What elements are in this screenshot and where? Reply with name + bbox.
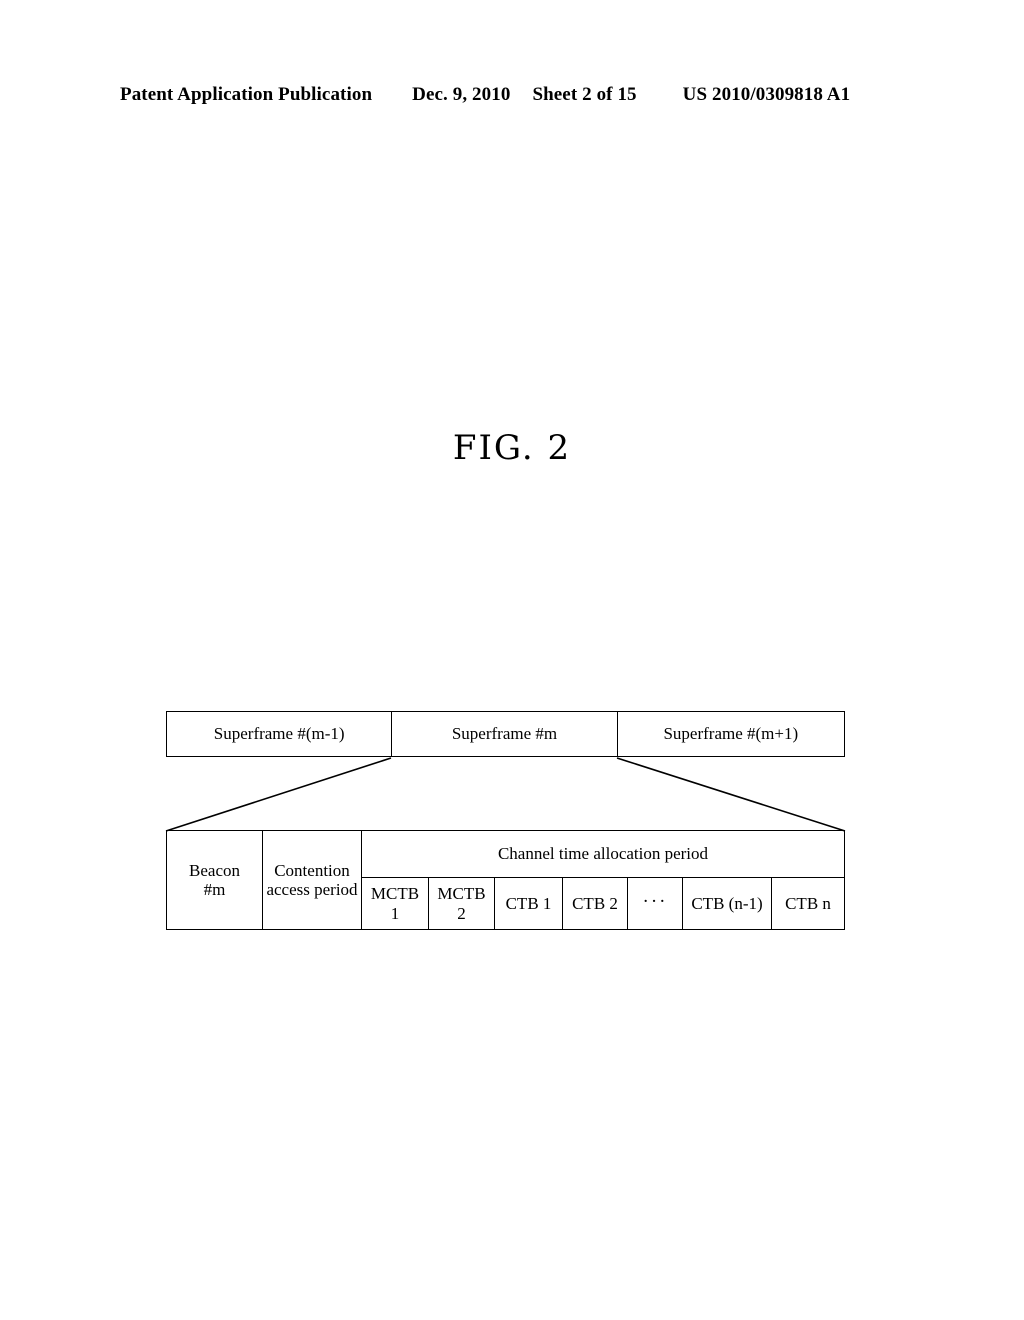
channel-time-blocks-row: MCTB 1 MCTB 2 CTB 1 CTB 2 ··· CTB (n-1) … xyxy=(362,878,844,929)
block-mctb-2-label: MCTB 2 xyxy=(437,884,485,922)
block-ctb-2: CTB 2 xyxy=(563,878,628,929)
contention-access-period-label: Contention access period xyxy=(266,861,357,899)
block-mctb-2-line1: MCTB xyxy=(437,884,486,904)
block-mctb-1-label: MCTB 1 xyxy=(371,884,419,922)
ellipsis-label: ··· xyxy=(642,890,668,912)
contention-label-line1: Contention xyxy=(274,860,350,880)
expansion-connector-lines xyxy=(165,757,846,832)
contention-access-period-cell: Contention access period xyxy=(263,831,362,929)
beacon-label: Beacon #m xyxy=(189,861,240,899)
beacon-cell: Beacon #m xyxy=(167,831,264,929)
channel-time-allocation-period-label: Channel time allocation period xyxy=(497,844,709,863)
superframe-label-previous: Superframe #(m-1) xyxy=(213,724,345,743)
superframe-label-current: Superframe #m xyxy=(451,724,558,743)
beacon-label-line1: Beacon xyxy=(189,860,240,880)
superframe-cell-current: Superframe #m xyxy=(391,712,616,756)
block-ctb-n-minus-1-label: CTB (n-1) xyxy=(691,893,763,913)
superframe-cell-previous: Superframe #(m-1) xyxy=(167,712,391,756)
blocks-ellipsis: ··· xyxy=(628,878,682,929)
channel-time-allocation-period-cell: Channel time allocation period MCTB 1 MC… xyxy=(362,831,844,929)
block-ctb-n-label: CTB n xyxy=(785,893,831,913)
superframe-label-next: Superframe #(m+1) xyxy=(663,724,799,743)
contention-label-line2: access period xyxy=(266,880,358,899)
block-mctb-2-line2: 2 xyxy=(457,903,466,923)
block-ctb-1-label: CTB 1 xyxy=(505,893,552,913)
block-mctb-1: MCTB 1 xyxy=(362,878,429,929)
figure-2-diagram: Superframe #(m-1) Superframe #m Superfra… xyxy=(0,0,1024,1320)
block-mctb-1-line2: 1 xyxy=(390,903,400,923)
superframe-cell-next: Superframe #(m+1) xyxy=(616,712,844,756)
block-ctb-n-minus-1: CTB (n-1) xyxy=(682,878,772,929)
channel-time-allocation-period-header: Channel time allocation period xyxy=(362,831,844,878)
block-mctb-1-line1: MCTB xyxy=(370,884,420,904)
superframe-structure-table: Beacon #m Contention access period Chann… xyxy=(166,830,845,930)
block-ctb-1: CTB 1 xyxy=(495,878,563,929)
beacon-label-line2: #m xyxy=(203,880,226,899)
block-ctb-n: CTB n xyxy=(772,878,844,929)
block-mctb-2: MCTB 2 xyxy=(429,878,495,929)
block-ctb-2-label: CTB 2 xyxy=(572,893,618,913)
superframe-timeline: Superframe #(m-1) Superframe #m Superfra… xyxy=(166,711,845,757)
